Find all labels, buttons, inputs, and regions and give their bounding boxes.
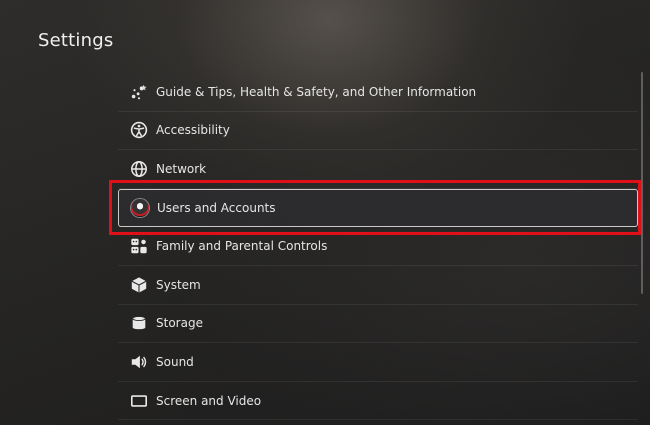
speaker-icon	[128, 351, 150, 373]
menu-item-family-parental[interactable]: Family and Parental Controls	[118, 227, 638, 266]
menu-item-label: System	[156, 277, 201, 292]
tips-icon	[128, 81, 150, 103]
family-icon	[128, 235, 150, 257]
menu-item-label: Family and Parental Controls	[156, 239, 328, 254]
user-avatar-icon	[129, 197, 151, 219]
menu-item-label: Screen and Video	[156, 393, 262, 408]
menu-item-label: Storage	[156, 316, 203, 331]
menu-item-accessibility[interactable]: Accessibility	[118, 112, 638, 151]
menu-item-label: Guide & Tips, Health & Safety, and Other…	[156, 84, 477, 99]
menu-item-guide-tips[interactable]: Guide & Tips, Health & Safety, and Other…	[118, 73, 638, 112]
menu-item-label: Sound	[156, 354, 194, 369]
menu-item-users-accounts[interactable]: Users and Accounts	[118, 188, 638, 228]
globe-icon	[128, 158, 150, 180]
avatar	[131, 199, 149, 218]
accessibility-icon	[128, 119, 150, 141]
settings-menu: Guide & Tips, Health & Safety, and Other…	[118, 73, 638, 421]
menu-item-label: Network	[156, 161, 207, 176]
menu-item-sound[interactable]: Sound	[118, 343, 638, 382]
menu-item-storage[interactable]: Storage	[118, 305, 638, 344]
screen-icon	[128, 390, 150, 412]
menu-item-label: Users and Accounts	[157, 201, 276, 216]
cube-icon	[128, 274, 150, 296]
page-title: Settings	[38, 30, 114, 51]
storage-icon	[128, 312, 150, 334]
scrollbar[interactable]	[641, 72, 643, 294]
menu-item-network[interactable]: Network	[118, 150, 638, 189]
menu-item-label: Accessibility	[156, 123, 230, 138]
menu-item-system[interactable]: System	[118, 266, 638, 305]
menu-item-screen-video[interactable]: Screen and Video	[118, 382, 638, 421]
